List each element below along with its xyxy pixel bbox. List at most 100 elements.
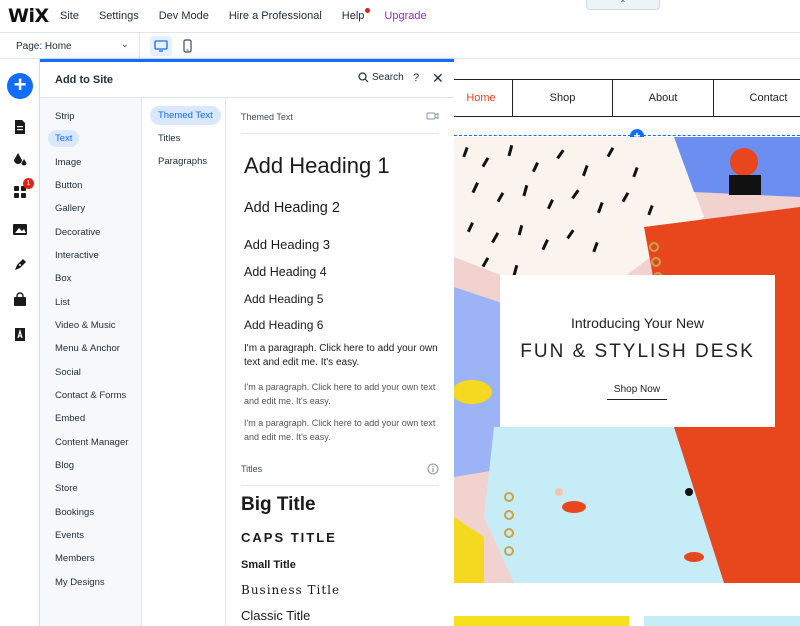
subcategory-themed-text[interactable]: Themed Text bbox=[150, 106, 221, 125]
site-canvas[interactable]: Home Shop About Contact + Introducing Yo… bbox=[454, 59, 800, 626]
category-box[interactable]: Box bbox=[48, 270, 78, 287]
panel-title: Add to Site bbox=[55, 74, 114, 86]
page-value: Home bbox=[44, 40, 72, 52]
menu-help[interactable]: Help bbox=[341, 8, 371, 22]
category-image[interactable]: Image bbox=[48, 154, 88, 171]
section-selection-line bbox=[454, 135, 800, 136]
page-label: Page: bbox=[16, 40, 43, 52]
store-bag-icon bbox=[14, 291, 26, 306]
category-list[interactable]: List bbox=[48, 294, 77, 311]
menu-hire-professional[interactable]: Hire a Professional bbox=[229, 10, 322, 22]
subcategory-paragraphs[interactable]: Paragraphs bbox=[150, 152, 215, 171]
pages-button[interactable] bbox=[8, 115, 32, 139]
nav-shop[interactable]: Shop bbox=[512, 80, 612, 116]
mobile-icon bbox=[182, 39, 192, 53]
category-gallery[interactable]: Gallery bbox=[48, 200, 92, 217]
search-label: Search bbox=[372, 72, 404, 83]
info-icon[interactable] bbox=[427, 463, 439, 475]
wix-logo[interactable]: WiX bbox=[8, 5, 60, 27]
fonts-button[interactable] bbox=[8, 322, 32, 346]
store-button[interactable] bbox=[8, 287, 32, 311]
hero-strip[interactable]: Introducing Your New FUN & STYLISH DESK … bbox=[454, 137, 800, 583]
nav-home[interactable]: Home bbox=[454, 80, 512, 116]
blog-button[interactable] bbox=[8, 252, 32, 276]
menu-dev-mode[interactable]: Dev Mode bbox=[159, 10, 209, 22]
menu-upgrade[interactable]: Upgrade bbox=[384, 10, 426, 22]
element-preview-list: Themed Text Add Heading 1 Add Heading 2 … bbox=[226, 98, 454, 626]
category-embed[interactable]: Embed bbox=[48, 410, 92, 427]
section-header-titles: Titles bbox=[241, 463, 439, 486]
category-blog[interactable]: Blog bbox=[48, 457, 81, 474]
paragraph-3-preset[interactable]: I'm a paragraph. Click here to add your … bbox=[244, 416, 449, 444]
caps-title-preset[interactable]: CAPS TITLE bbox=[241, 530, 337, 545]
panel-header: Add to Site Search ? ✕ bbox=[40, 62, 454, 98]
category-text[interactable]: Text bbox=[48, 130, 80, 147]
add-elements-button[interactable]: + bbox=[7, 73, 33, 99]
pages-icon bbox=[15, 120, 25, 134]
section-header-themed-text: Themed Text bbox=[241, 112, 439, 134]
panel-search-button[interactable]: Search bbox=[358, 72, 404, 83]
desktop-view-button[interactable] bbox=[150, 36, 172, 56]
category-bookings[interactable]: Bookings bbox=[48, 504, 101, 521]
apps-button[interactable]: 1 bbox=[8, 178, 34, 204]
media-icon bbox=[13, 223, 27, 235]
notification-dot bbox=[365, 8, 371, 13]
category-my-designs[interactable]: My Designs bbox=[48, 574, 112, 591]
category-menu-anchor[interactable]: Menu & Anchor bbox=[48, 340, 127, 357]
category-events[interactable]: Events bbox=[48, 527, 91, 544]
hero-text-box[interactable]: Introducing Your New FUN & STYLISH DESK … bbox=[500, 275, 775, 427]
heading-3-preset[interactable]: Add Heading 3 bbox=[244, 237, 330, 252]
menu-settings[interactable]: Settings bbox=[99, 10, 139, 22]
category-social[interactable]: Social bbox=[48, 364, 88, 381]
paragraph-2-preset[interactable]: I'm a paragraph. Click here to add your … bbox=[244, 380, 449, 408]
theme-button[interactable] bbox=[8, 147, 32, 171]
category-decorative[interactable]: Decorative bbox=[48, 224, 107, 241]
page-bar: Page: Home ⌄ bbox=[0, 33, 800, 59]
business-title-preset[interactable]: Business Title bbox=[241, 583, 340, 597]
hero-title[interactable]: FUN & STYLISH DESK bbox=[500, 341, 775, 363]
theme-icon bbox=[14, 153, 27, 166]
site-navigation[interactable]: Home Shop About Contact bbox=[454, 79, 800, 117]
category-button[interactable]: Button bbox=[48, 177, 89, 194]
paragraph-1-preset[interactable]: I'm a paragraph. Click here to add your … bbox=[244, 342, 449, 370]
mobile-view-button[interactable] bbox=[180, 36, 194, 56]
heading-6-preset[interactable]: Add Heading 6 bbox=[244, 318, 323, 332]
chevron-down-icon: ⌄ bbox=[120, 39, 129, 50]
fonts-icon bbox=[15, 327, 25, 341]
heading-1-preset[interactable]: Add Heading 1 bbox=[244, 153, 390, 179]
shop-now-button[interactable]: Shop Now bbox=[607, 382, 667, 400]
heading-4-preset[interactable]: Add Heading 4 bbox=[244, 265, 327, 279]
top-bar: WiX Site Settings Dev Mode Hire a Profes… bbox=[0, 0, 800, 33]
video-help-icon[interactable] bbox=[426, 111, 439, 121]
big-title-preset[interactable]: Big Title bbox=[241, 494, 316, 516]
page-selector[interactable]: Page: Home ⌄ bbox=[0, 33, 140, 59]
category-list: Strip Text Image Button Gallery Decorati… bbox=[40, 98, 142, 626]
add-panel: Add to Site Search ? ✕ Strip Text Image … bbox=[40, 59, 454, 626]
nav-contact[interactable]: Contact bbox=[713, 80, 800, 116]
heading-5-preset[interactable]: Add Heading 5 bbox=[244, 292, 323, 306]
category-contact-forms[interactable]: Contact & Forms bbox=[48, 387, 133, 404]
category-interactive[interactable]: Interactive bbox=[48, 247, 106, 264]
small-title-preset[interactable]: Small Title bbox=[241, 559, 296, 571]
desktop-icon bbox=[154, 40, 168, 52]
help-button[interactable]: ? bbox=[413, 72, 419, 84]
hero-subtitle[interactable]: Introducing Your New bbox=[500, 315, 775, 331]
collapse-toolbar-tab[interactable]: ⌃ bbox=[586, 0, 660, 10]
subcategory-titles[interactable]: Titles bbox=[150, 129, 188, 148]
blog-pen-icon bbox=[14, 258, 26, 270]
menu-site[interactable]: Site bbox=[60, 10, 79, 22]
menu-help-label: Help bbox=[341, 10, 365, 22]
category-members[interactable]: Members bbox=[48, 550, 102, 567]
classic-title-preset[interactable]: Classic Title bbox=[241, 608, 310, 623]
nav-about[interactable]: About bbox=[612, 80, 713, 116]
category-store[interactable]: Store bbox=[48, 480, 85, 497]
search-icon bbox=[358, 72, 369, 83]
next-section-preview[interactable] bbox=[454, 616, 800, 626]
close-button[interactable]: ✕ bbox=[432, 70, 444, 87]
left-toolbar: + 1 bbox=[0, 59, 40, 626]
heading-2-preset[interactable]: Add Heading 2 bbox=[244, 200, 340, 216]
category-strip[interactable]: Strip bbox=[48, 108, 82, 125]
media-button[interactable] bbox=[8, 217, 32, 241]
category-content-manager[interactable]: Content Manager bbox=[48, 434, 135, 451]
category-video-music[interactable]: Video & Music bbox=[48, 317, 123, 334]
